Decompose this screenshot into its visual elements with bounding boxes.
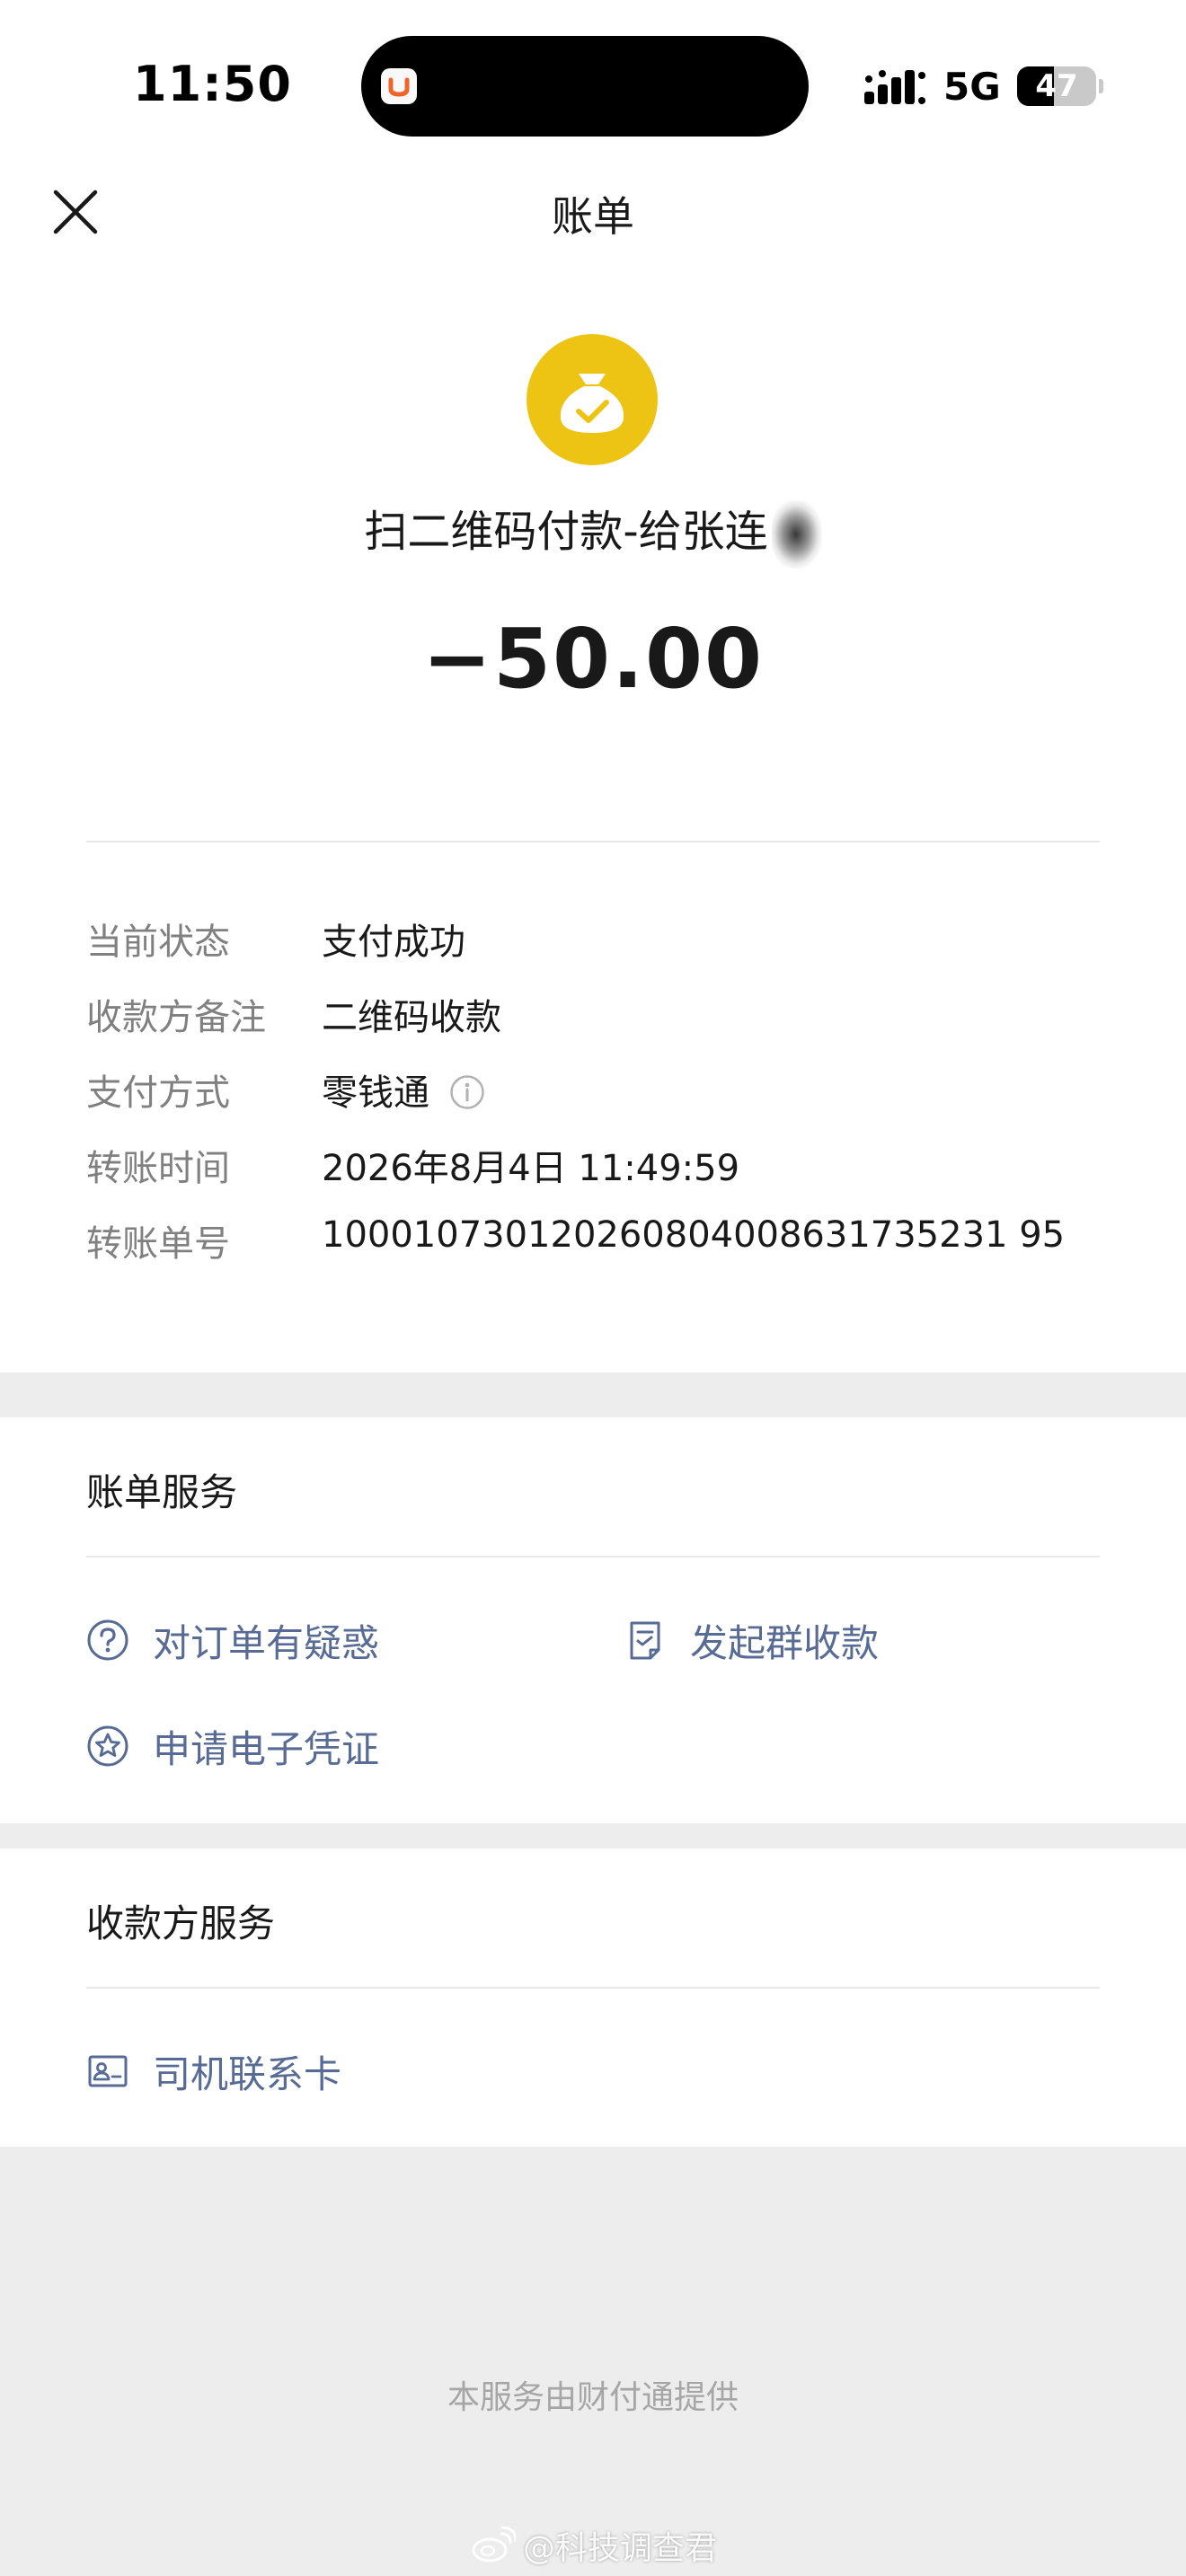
redacted-blur [771, 500, 822, 569]
action-label: 司机联系卡 [153, 2052, 342, 2096]
detail-value: 支付成功 [322, 922, 465, 963]
action-label: 申请电子凭证 [153, 1727, 380, 1771]
driver-contact-card-action[interactable]: 司机联系卡 [86, 2044, 464, 2098]
payee-services-section: 收款方服务 司机联系卡 [0, 1848, 1186, 2147]
info-icon[interactable] [449, 1074, 485, 1110]
battery-level: 47 [1035, 68, 1078, 104]
detail-row-payment-method: 支付方式 零钱通 [86, 1063, 1100, 1117]
money-bag-check-icon [527, 334, 658, 465]
page-title: 账单 [552, 192, 634, 241]
detail-label: 支付方式 [86, 1072, 230, 1114]
action-label: 对订单有疑惑 [153, 1621, 380, 1665]
detail-label: 转账时间 [86, 1148, 230, 1189]
weibo-logo-icon [472, 2526, 516, 2563]
status-time: 11:50 [133, 56, 292, 112]
detail-value: 二维码收款 [322, 997, 501, 1038]
star-badge-icon [87, 1725, 128, 1767]
bill-detail-card: 11:50 5G 47 账单 扫二维码付款-给张连 −50.00 当前状态 支付… [0, 0, 1186, 1372]
detail-row-status: 当前状态 支付成功 [86, 913, 1100, 966]
question-circle-icon [87, 1619, 128, 1661]
group-collect-action[interactable]: 发起群收款 [624, 1613, 965, 1667]
app-activity-icon [381, 68, 417, 104]
e-voucher-action[interactable]: 申请电子凭证 [86, 1719, 464, 1773]
contact-card-icon [88, 2055, 128, 2087]
detail-value[interactable]: 100010730120260804008631735231 95 [322, 1214, 1065, 1256]
detail-label: 收款方备注 [86, 997, 266, 1038]
payee-name: 扫二维码付款-给张连 [364, 507, 768, 557]
provider-footer: 本服务由财付通提供 [447, 2379, 739, 2416]
detail-row-transfer-time: 转账时间 2026年8月4日 11:49:59 [86, 1139, 1100, 1193]
payment-method-value: 零钱通 [322, 1072, 429, 1114]
detail-value-with-info: 零钱通 [322, 1063, 485, 1116]
detail-label: 转账单号 [86, 1223, 230, 1265]
document-icon [630, 1621, 660, 1660]
section-divider [86, 1987, 1100, 1989]
signal-strength-icon [864, 70, 925, 104]
section-divider [86, 1556, 1100, 1557]
battery-cap [1099, 79, 1103, 93]
status-bar: 11:50 5G 47 [0, 0, 1186, 171]
detail-row-transfer-id: 转账单号 100010730120260804008631735231 95 [86, 1214, 1100, 1268]
section-title: 收款方服务 [86, 1901, 276, 1945]
detail-value: 2026年8月4日 11:49:59 [322, 1148, 740, 1189]
payee-title: 扫二维码付款-给张连 [0, 496, 1186, 569]
detail-row-payee-note: 收款方备注 二维码收款 [86, 988, 1100, 1042]
dynamic-island [361, 36, 809, 137]
section-title: 账单服务 [86, 1470, 238, 1514]
network-type: 5G [943, 65, 1001, 109]
bill-services-section: 账单服务 对订单有疑惑 发起群收款 申请电子凭证 [0, 1417, 1186, 1823]
order-question-action[interactable]: 对订单有疑惑 [86, 1613, 464, 1667]
close-icon[interactable] [52, 189, 99, 235]
watermark-text: @科技调查君 [523, 2530, 718, 2567]
battery-icon: 47 [1017, 66, 1096, 106]
detail-label: 当前状态 [86, 922, 230, 963]
action-label: 发起群收款 [690, 1621, 880, 1665]
payment-amount: −50.00 [421, 611, 765, 707]
summary-divider [86, 841, 1100, 842]
